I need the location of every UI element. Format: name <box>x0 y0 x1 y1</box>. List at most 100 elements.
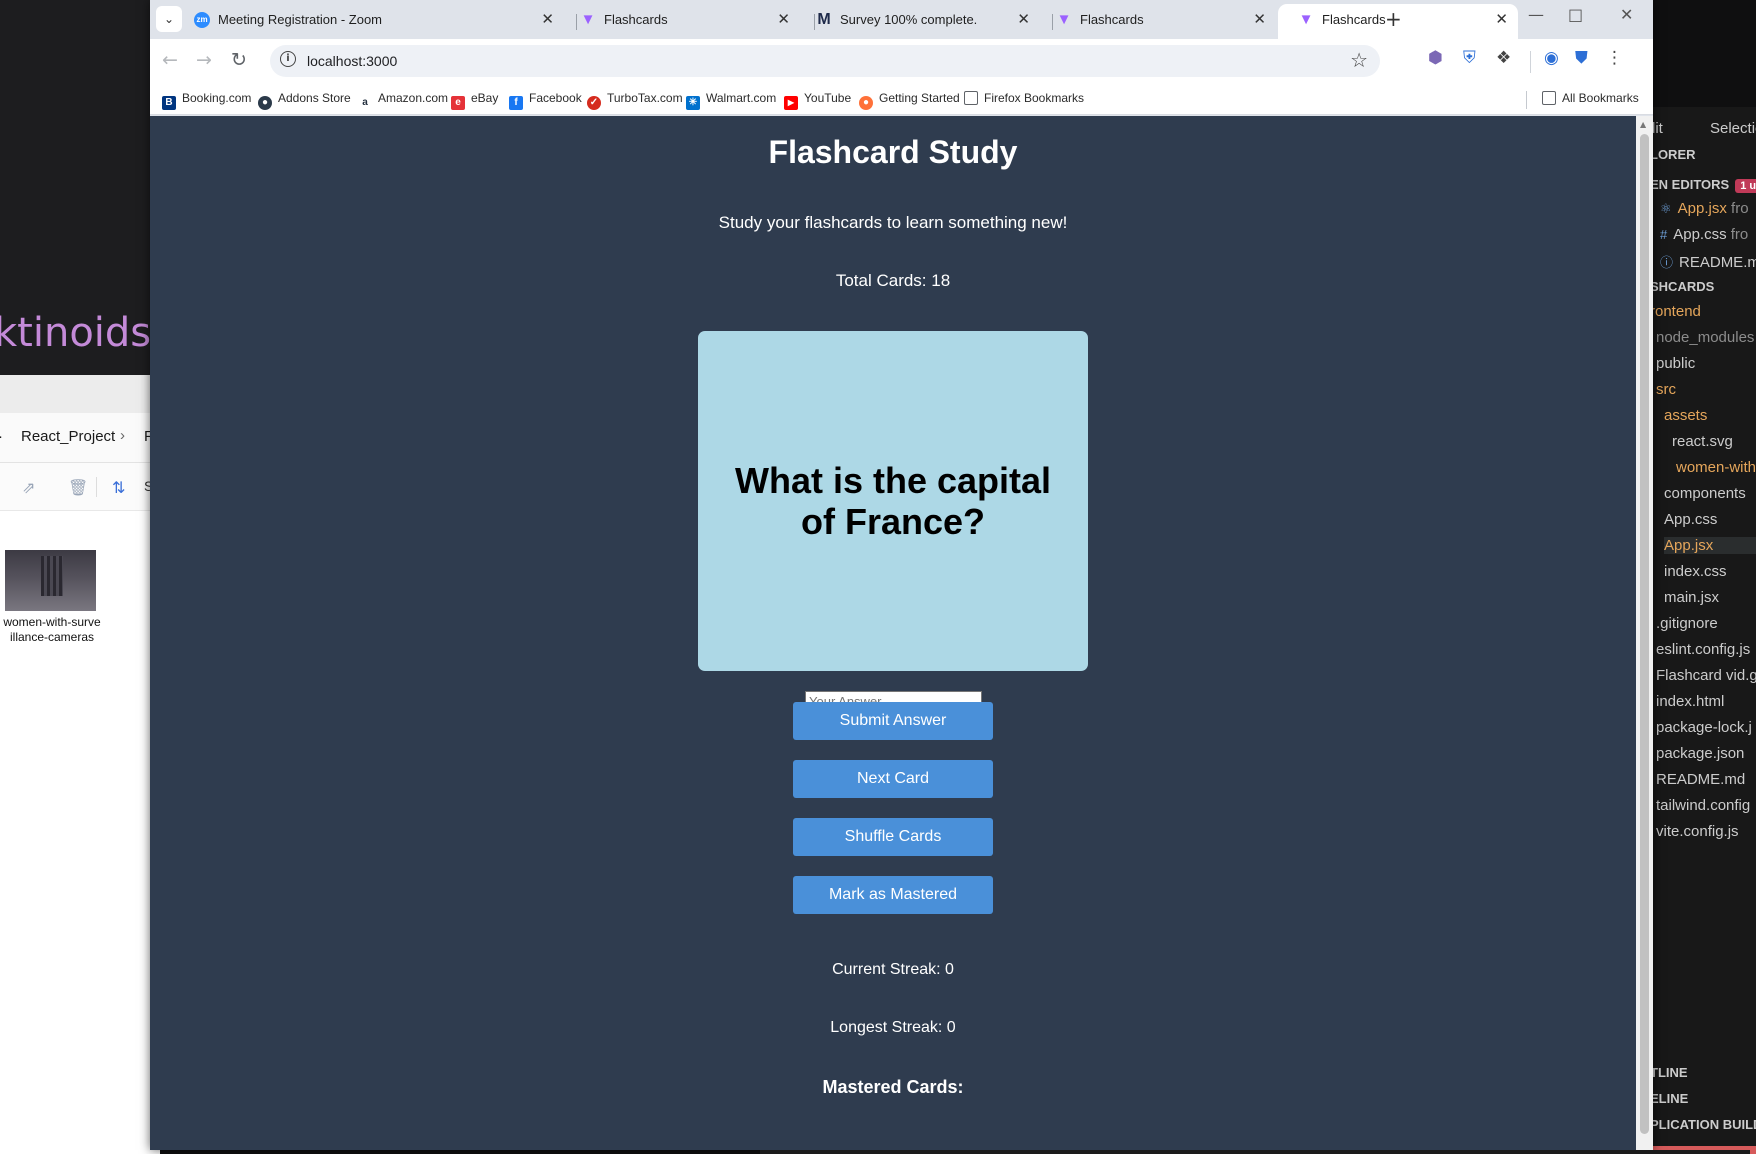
booking-icon: B <box>162 96 176 110</box>
all-bookmarks-button[interactable]: All Bookmarks <box>1542 91 1639 105</box>
address-bar[interactable]: i ☆ <box>270 45 1380 77</box>
tree-item-main-jsx[interactable]: main.jsx <box>1664 589 1719 606</box>
tree-item-react-svg[interactable]: react.svg <box>1672 433 1733 450</box>
profile-avatar-icon[interactable]: ◉ <box>1544 48 1559 68</box>
tree-item-node-modules[interactable]: node_modules <box>1656 329 1754 346</box>
reload-button[interactable]: ↻ <box>231 49 247 71</box>
tree-item-src[interactable]: src <box>1656 381 1676 398</box>
tree-item-tailwind-config[interactable]: tailwind.config <box>1656 797 1750 814</box>
tab-flashcards-1[interactable]: ▼ Flashcards ✕ <box>560 4 800 39</box>
scroll-up-arrow-icon[interactable]: ▲ <box>1640 120 1646 129</box>
security-shield-icon[interactable]: ⛊ <box>1575 48 1588 68</box>
close-icon[interactable]: ✕ <box>1253 4 1266 35</box>
unsaved-badge: 1 u <box>1735 179 1756 193</box>
close-icon[interactable]: ✕ <box>541 4 554 35</box>
tree-item-assets[interactable]: assets <box>1664 407 1707 424</box>
current-streak: Current Streak: 0 <box>832 961 954 978</box>
project-header[interactable]: SHCARDS <box>1650 279 1714 294</box>
tab-flashcards-2[interactable]: ▼ Flashcards ✕ <box>1036 4 1276 39</box>
tree-item-package-lock[interactable]: package-lock.j <box>1656 719 1752 736</box>
flashcard[interactable]: What is the capital of France? <box>698 331 1088 671</box>
firefox-icon: ● <box>859 96 873 110</box>
outline-section[interactable]: TLINE <box>1650 1065 1688 1080</box>
mark-mastered-button[interactable]: Mark as Mastered <box>793 876 993 914</box>
submit-answer-button[interactable]: Submit Answer <box>793 702 993 740</box>
tree-item-app-jsx[interactable]: App.jsx <box>1664 537 1756 554</box>
tree-item-readme[interactable]: README.md <box>1656 771 1745 788</box>
page-scrollbar[interactable]: ▲ <box>1636 116 1653 1150</box>
tree-item-women-with[interactable]: women-with <box>1676 459 1756 476</box>
vite-icon: ▼ <box>1298 11 1314 28</box>
file-thumbnail[interactable] <box>5 550 96 611</box>
url-input[interactable] <box>307 50 1207 72</box>
bookmark-addons-store[interactable]: ● Addons Store <box>258 91 351 110</box>
file-explorer-window: · React_Project › F ⇗ 🗑 ⇅ S women-with-s… <box>0 375 160 1154</box>
browser-menu-icon[interactable]: ⋮ <box>1606 48 1623 68</box>
file-name[interactable]: women-with-surveillance-cameras <box>2 615 102 645</box>
bookmark-amazon[interactable]: a Amazon.com <box>358 91 448 110</box>
extension-shield-icon[interactable]: ⬢ <box>1428 48 1443 68</box>
menu-selection[interactable]: Selection <box>1710 120 1756 137</box>
bookmark-walmart[interactable]: ✳ Walmart.com <box>686 91 776 110</box>
tab-title: Flashcards <box>1080 12 1144 27</box>
window-close-button[interactable]: ✕ <box>1620 5 1633 24</box>
bookmark-turbotax[interactable]: ✓ TurboTax.com <box>587 91 683 110</box>
sort-icon[interactable]: ⇅ <box>112 478 125 497</box>
desktop-wallpaper: ktinoids <box>0 0 160 375</box>
tree-item-public[interactable]: public <box>1656 355 1695 372</box>
longest-streak: Longest Streak: 0 <box>830 1019 956 1036</box>
tree-item-package-json[interactable]: package.json <box>1656 745 1744 762</box>
breadcrumb-item-react-project[interactable]: React_Project <box>21 428 115 445</box>
extensions-puzzle-icon[interactable]: ❖ <box>1496 48 1511 68</box>
minimize-button[interactable]: — <box>1528 5 1544 24</box>
scrollbar-thumb[interactable] <box>1640 134 1649 1134</box>
share-icon[interactable]: ⇗ <box>22 478 35 497</box>
bookmark-getting-started[interactable]: ● Getting Started <box>859 91 960 110</box>
open-editor-readme[interactable]: ⓘ README.m <box>1660 252 1756 271</box>
new-tab-button[interactable]: + <box>1385 7 1402 31</box>
react-icon: ⚛ <box>1660 201 1672 216</box>
bookmarks-bar: B Booking.com ● Addons Store a Amazon.com e… <box>150 83 1653 115</box>
forward-button[interactable]: → <box>196 49 212 71</box>
breadcrumb-prefix: · <box>0 428 3 445</box>
next-card-button[interactable]: Next Card <box>793 760 993 798</box>
tab-zoom-registration[interactable]: zm Meeting Registration - Zoom ✕ <box>174 4 564 39</box>
close-icon[interactable]: ✕ <box>1017 4 1030 35</box>
tab-survey[interactable]: M Survey 100% complete. ✕ <box>796 4 1040 39</box>
youtube-icon: ▶ <box>784 96 798 110</box>
tree-item-eslint-config[interactable]: eslint.config.js <box>1656 641 1750 658</box>
extension-guard-icon[interactable]: ⛨ <box>1463 48 1476 68</box>
bookmark-facebook[interactable]: f Facebook <box>509 91 582 110</box>
open-editors-header[interactable]: EN EDITORS 1 u <box>1650 177 1756 193</box>
close-icon[interactable]: ✕ <box>777 4 790 35</box>
delete-icon[interactable]: 🗑 <box>68 478 88 497</box>
tree-item-index-css[interactable]: index.css <box>1664 563 1727 580</box>
application-builder-section[interactable]: PLICATION BUILD <box>1650 1117 1756 1132</box>
tree-item-vite-config[interactable]: vite.config.js <box>1656 823 1739 840</box>
back-button[interactable]: ← <box>162 49 178 71</box>
tree-item-flashcard-vid[interactable]: Flashcard vid.g <box>1656 667 1756 684</box>
flashcard-app: Flashcard Study Study your flashcards to… <box>150 116 1636 1150</box>
bookmark-star-icon[interactable]: ☆ <box>1350 48 1368 72</box>
tab-title: Flashcards <box>604 12 668 27</box>
bookmark-youtube[interactable]: ▶ YouTube <box>784 91 851 110</box>
tree-item-components[interactable]: components <box>1664 485 1746 502</box>
explorer-toolbar: ⇗ 🗑 ⇅ S <box>0 463 160 511</box>
maximize-button[interactable]: □ <box>1568 5 1583 24</box>
shuffle-cards-button[interactable]: Shuffle Cards <box>793 818 993 856</box>
bookmark-booking[interactable]: B Booking.com <box>162 91 251 110</box>
bookmark-firefox-bookmarks[interactable]: Firefox Bookmarks <box>964 91 1084 105</box>
bookmark-ebay[interactable]: e eBay <box>451 91 498 110</box>
tree-item-frontend[interactable]: rontend <box>1650 303 1701 320</box>
timeline-section[interactable]: ELINE <box>1650 1091 1688 1106</box>
tree-item-app-css[interactable]: App.css <box>1664 511 1717 528</box>
page-title: Flashcard Study <box>768 134 1018 170</box>
tree-item-index-html[interactable]: index.html <box>1656 693 1724 710</box>
site-info-icon[interactable]: i <box>280 51 296 67</box>
tree-item-gitignore[interactable]: .gitignore <box>1656 615 1718 632</box>
close-icon[interactable]: ✕ <box>1495 4 1508 35</box>
breadcrumb: · React_Project › F <box>0 413 160 463</box>
open-editor-app-css[interactable]: # App.css fro <box>1660 226 1748 243</box>
open-editor-app-jsx[interactable]: ⚛ App.jsx fro <box>1660 200 1749 217</box>
chevron-down-icon: ⌄ <box>163 12 175 26</box>
